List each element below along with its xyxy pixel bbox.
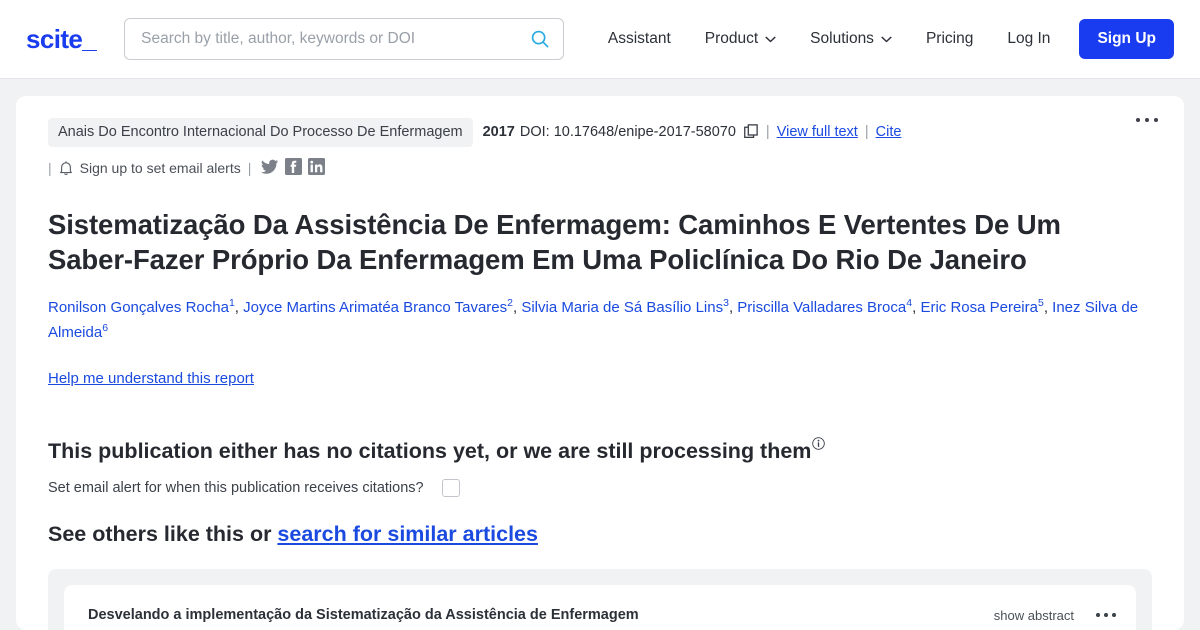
nav-item-assistant[interactable]: Assistant	[591, 22, 688, 56]
nav-label: Pricing	[925, 30, 974, 47]
search-icon[interactable]	[529, 28, 551, 50]
publication-meta: Anais Do Encontro Internacional Do Proce…	[48, 118, 1152, 147]
author-link[interactable]: Ronilson Gonçalves Rocha1	[48, 297, 235, 316]
view-full-text-link[interactable]: View full text	[777, 125, 858, 140]
site-header: scite_ Assistant Product Solutions Prici…	[0, 0, 1200, 79]
copy-icon[interactable]	[744, 124, 759, 140]
author-list: Ronilson Gonçalves Rocha1, Joyce Martins…	[48, 296, 1139, 341]
author-name: Silvia Maria de Sá Basílio Lins	[521, 298, 724, 316]
meta-separator-2: |	[864, 124, 869, 140]
chevron-down-icon	[881, 36, 892, 42]
alerts-separator-1: |	[48, 160, 52, 176]
chevron-down-icon	[765, 36, 776, 42]
author-link[interactable]: Priscilla Valladares Broca4	[737, 297, 912, 316]
help-understand-report-link[interactable]: Help me understand this report	[48, 370, 254, 387]
related-item-actions: show abstract	[994, 608, 1116, 623]
nav-item-product[interactable]: Product	[688, 22, 793, 56]
see-others-heading: See others like this or search for simil…	[48, 522, 1152, 547]
search-input[interactable]	[141, 30, 530, 48]
alerts-separator-2: |	[247, 160, 252, 176]
citation-alert-row: Set email alert for when this publicatio…	[48, 479, 1152, 498]
facebook-icon[interactable]	[285, 158, 303, 178]
meta-separator-1: |	[765, 124, 770, 140]
no-citations-heading: This publication either has no citations…	[48, 437, 1152, 464]
journal-name[interactable]: Anais Do Encontro Internacional Do Proce…	[48, 118, 473, 147]
search-bar[interactable]	[124, 18, 565, 60]
nav-item-pricing[interactable]: Pricing	[909, 22, 990, 56]
info-icon[interactable]	[812, 437, 826, 451]
author-name: Joyce Martins Arimatéa Branco Tavares	[243, 298, 508, 316]
nav-label: Assistant	[607, 30, 671, 47]
no-citations-text: This publication either has no citations…	[48, 439, 812, 464]
author-name: Priscilla Valladares Broca	[737, 298, 907, 316]
publication-more-options-icon[interactable]	[1132, 114, 1162, 126]
nav-item-login[interactable]: Log In	[990, 22, 1067, 56]
citation-alert-label: Set email alert for when this publicatio…	[48, 480, 424, 497]
cite-link[interactable]: Cite	[876, 125, 902, 140]
publication-card: Anais Do Encontro Internacional Do Proce…	[16, 96, 1184, 630]
nav-label: Log In	[1007, 30, 1051, 47]
author-affiliation: 6	[102, 321, 109, 334]
linkedin-icon[interactable]	[308, 158, 326, 178]
author-link[interactable]: Eric Rosa Pereira5	[920, 297, 1043, 316]
publication-year: 2017	[482, 124, 515, 140]
publication-doi: DOI: 10.17648/enipe-2017-58070	[519, 124, 736, 140]
citation-alert-checkbox[interactable]	[441, 479, 460, 498]
main-nav: Assistant Product Solutions Pricing Log …	[591, 19, 1174, 59]
related-articles-panel: Desvelando a implementação da Sistematiz…	[48, 569, 1152, 630]
author-name: Ronilson Gonçalves Rocha	[48, 298, 229, 316]
page-body: Anais Do Encontro Internacional Do Proce…	[0, 79, 1200, 630]
publication-title: Sistematização Da Assistência De Enferma…	[48, 208, 1061, 275]
nav-item-solutions[interactable]: Solutions	[793, 22, 909, 56]
author-link[interactable]: Silvia Maria de Sá Basílio Lins3	[521, 297, 729, 316]
nav-label: Product	[704, 30, 759, 47]
author-link[interactable]: Joyce Martins Arimatéa Branco Tavares2	[243, 297, 513, 316]
related-more-options-icon[interactable]	[1096, 613, 1116, 618]
sign-up-alerts-label[interactable]: Sign up to set email alerts	[80, 160, 241, 176]
email-alerts-row: | Sign up to set email alerts |	[48, 158, 1152, 179]
bell-icon[interactable]	[59, 160, 73, 176]
search-similar-articles-link[interactable]: search for similar articles	[277, 522, 538, 546]
see-others-prefix: See others like this or	[48, 522, 278, 547]
show-abstract-button[interactable]: show abstract	[994, 608, 1074, 623]
list-item[interactable]: Desvelando a implementação da Sistematiz…	[64, 585, 1136, 630]
related-article-title[interactable]: Desvelando a implementação da Sistematiz…	[88, 607, 639, 623]
social-share-group	[261, 158, 326, 179]
scite-logo[interactable]: scite_	[26, 24, 97, 55]
twitter-icon[interactable]	[261, 158, 279, 179]
nav-label: Solutions	[810, 30, 874, 47]
sign-up-button[interactable]: Sign Up	[1079, 19, 1174, 59]
author-name: Eric Rosa Pereira	[920, 298, 1038, 316]
